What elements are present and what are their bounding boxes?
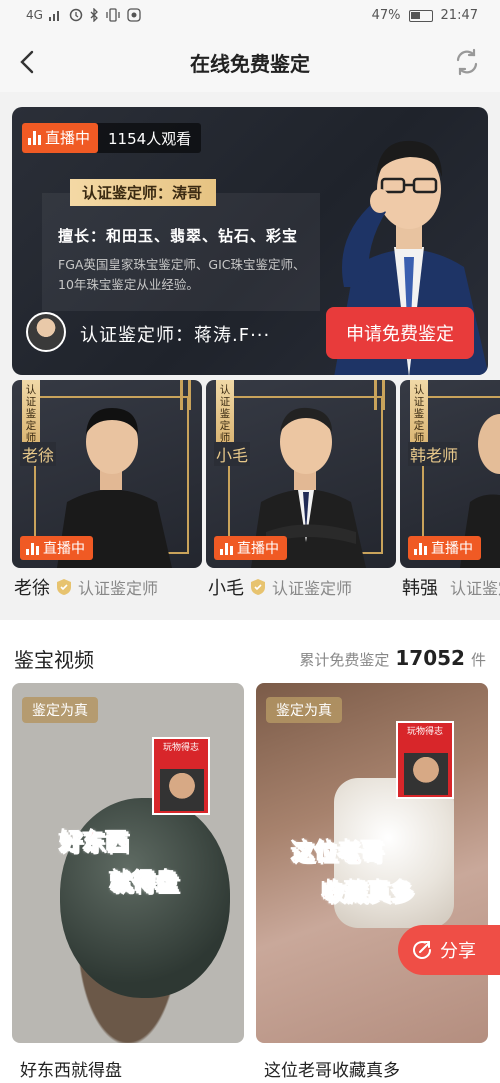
live-bars-icon	[26, 541, 39, 555]
share-button[interactable]: 分享	[398, 925, 500, 975]
video-caption-line2: 就得盘	[110, 870, 180, 897]
page-title: 在线免费鉴定	[190, 52, 310, 76]
cert-title: 认证鉴定师：涛哥	[70, 179, 217, 206]
expert-card[interactable]: 认证鉴定师 小毛 直播中	[206, 380, 396, 568]
expert-avatar	[26, 312, 66, 352]
live-label: 直播中	[431, 541, 473, 557]
live-bars-icon	[220, 541, 233, 555]
vibrate-icon	[106, 8, 120, 22]
host-face	[404, 753, 448, 795]
certified-shield-icon	[57, 579, 71, 595]
section-title: 鉴宝视频	[14, 648, 94, 672]
video-caption-line1: 这位老哥	[292, 840, 385, 867]
expert-info-row[interactable]: 老徐 认证鉴定师	[14, 574, 158, 600]
live-bars-icon	[28, 131, 41, 145]
live-tag: 直播中	[20, 536, 93, 560]
video-caption-line2: 收藏真多	[322, 880, 415, 907]
certified-shield-icon	[251, 579, 265, 595]
certified-vertical-label: 认证鉴定师	[216, 380, 234, 448]
status-right: 47% 21:47	[372, 8, 478, 23]
expert-card[interactable]: 认证鉴定师 老徐 直播中	[12, 380, 202, 568]
live-tag: 直播中	[408, 536, 481, 560]
certified-label: 认证鉴定师	[450, 579, 500, 598]
live-tag: 直播中	[214, 536, 287, 560]
certified-vertical-label: 认证鉴定师	[22, 380, 40, 448]
live-bars-icon	[414, 541, 427, 555]
battery-percent: 47%	[371, 8, 401, 23]
card-name-overlay: 小毛	[214, 442, 251, 466]
share-icon	[413, 941, 431, 959]
card-name-overlay: 老徐	[20, 442, 57, 466]
specialty: 擅长：和田玉、翡翠、钻石、彩宝	[58, 227, 299, 245]
expert-info-row[interactable]: 韩强 认证鉴定师	[402, 574, 500, 600]
thumbnail-brand: 玩物得志	[162, 743, 199, 753]
refresh-icon[interactable]	[452, 47, 482, 77]
clock: 21:47	[440, 8, 478, 23]
video-title[interactable]: 这位老哥收藏真多	[264, 1056, 400, 1081]
viewer-count: 1154人观看	[108, 129, 192, 148]
host-thumbnail: 玩物得志	[396, 721, 454, 799]
appraisal-count: 累计免费鉴定 17052 件	[299, 646, 486, 670]
expert-description: FGA英国皇家珠宝鉴定师、GIC珠宝鉴定师、10年珠宝鉴定从业经验。	[58, 257, 306, 292]
status-bar: 4G 47% 21:47	[0, 0, 500, 32]
certified-vertical-label: 认证鉴定师	[410, 380, 428, 448]
bluetooth-icon	[90, 8, 98, 22]
verified-tag: 鉴定为真	[266, 697, 342, 723]
expert-card[interactable]: 认证鉴定师 韩老师 直播中	[400, 380, 500, 568]
expert-card-name: 韩强	[402, 578, 438, 599]
live-tag: 直播中	[22, 123, 99, 153]
app-notification-icon	[127, 8, 141, 22]
live-label: 直播中	[43, 541, 85, 557]
nav-header: 在线免费鉴定	[0, 32, 500, 92]
signal-icon	[48, 11, 59, 21]
live-label: 直播中	[237, 541, 279, 557]
host-face	[160, 769, 204, 811]
apply-free-appraisal-button[interactable]: 申请免费鉴定	[326, 307, 474, 359]
card-name-overlay: 韩老师	[408, 442, 461, 466]
count-label: 累计免费鉴定	[299, 651, 390, 669]
live-badge: 直播中 1154人观看	[22, 123, 202, 153]
live-label: 直播中	[45, 129, 91, 147]
count-unit: 件	[470, 651, 486, 669]
battery-icon	[408, 9, 433, 22]
share-label: 分享	[440, 941, 476, 962]
video-card[interactable]: 鉴定为真 玩物得志 好东西 就得盘	[12, 683, 244, 1043]
certified-label: 认证鉴定师	[78, 579, 159, 598]
expert-card-name: 小毛	[208, 578, 244, 599]
host-thumbnail: 玩物得志	[152, 737, 210, 815]
status-icons: 4G	[26, 8, 141, 22]
alarm-icon	[69, 8, 83, 22]
thumbnail-brand: 玩物得志	[406, 727, 443, 737]
expert-name: 认证鉴定师：蒋涛.F···	[80, 325, 271, 346]
expert-info-row[interactable]: 小毛 认证鉴定师	[208, 574, 352, 600]
certified-label: 认证鉴定师	[272, 579, 353, 598]
verified-tag: 鉴定为真	[22, 697, 98, 723]
count-value: 17052	[395, 646, 465, 670]
video-card[interactable]: 鉴定为真 玩物得志 这位老哥 收藏真多	[256, 683, 488, 1043]
featured-live-card[interactable]: 直播中 1154人观看 认证鉴定师：涛哥 擅长：和田玉、翡翠、钻石、彩宝 FGA…	[12, 107, 488, 375]
video-caption-line1: 好东西	[60, 830, 130, 857]
signal-indicator: 4G	[26, 8, 43, 22]
video-title[interactable]: 好东西就得盘	[20, 1056, 122, 1081]
expert-card-name: 老徐	[14, 578, 50, 599]
